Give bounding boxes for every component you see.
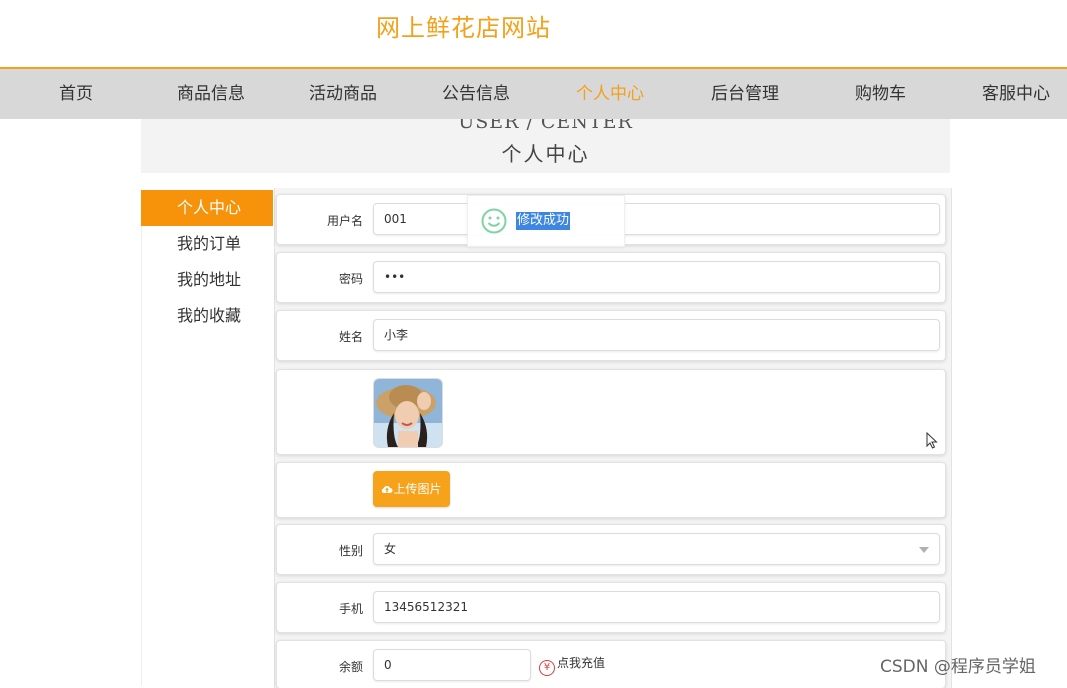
banner-title: 个人中心 (501, 142, 590, 166)
upload-button-label: 上传图片 (393, 482, 442, 496)
recharge-link-label: 点我充值 (557, 656, 606, 670)
nav-announcements[interactable]: 公告信息 (442, 69, 510, 119)
form-row-upload: 上传图片 (276, 462, 946, 518)
phone-label: 手机 (338, 602, 363, 616)
gender-selected-value: 女 (384, 542, 397, 556)
phone-input[interactable]: 13456512321 (373, 591, 940, 623)
watermark: CSDN @程序员学姐 (880, 657, 1036, 677)
balance-label: 余额 (338, 660, 363, 674)
top-nav: 首页 商品信息 活动商品 公告信息 个人中心 后台管理 购物车 客服中心 (0, 67, 1067, 119)
name-input[interactable]: 小李 (373, 319, 940, 351)
form-row-phone: 手机 13456512321 (276, 582, 946, 633)
nav-admin[interactable]: 后台管理 (711, 69, 779, 119)
avatar-image[interactable] (373, 378, 443, 448)
gender-label: 性别 (338, 544, 363, 558)
nav-promotions[interactable]: 活动商品 (309, 69, 377, 119)
banner-subtitle-en: USER / CENTER (458, 119, 633, 133)
balance-input[interactable]: 0 (373, 649, 531, 681)
nav-user-center[interactable]: 个人中心 (576, 69, 644, 119)
toast-message: 修改成功 (516, 212, 571, 230)
username-label: 用户名 (326, 214, 363, 228)
form-row-name: 姓名 小李 (276, 310, 946, 361)
mouse-cursor-icon (926, 432, 938, 449)
form-row-password: 密码 ••• (276, 252, 946, 303)
nav-home[interactable]: 首页 (59, 69, 93, 119)
password-input[interactable]: ••• (373, 261, 940, 293)
upload-image-button[interactable]: 上传图片 (373, 471, 450, 507)
recharge-link[interactable]: ¥ 点我充值 (539, 654, 605, 676)
chevron-down-icon (919, 547, 929, 553)
yuan-icon: ¥ (539, 660, 555, 676)
avatar-photo-icon (374, 379, 442, 447)
name-label: 姓名 (338, 330, 363, 344)
sidebar-menu: 个人中心 我的订单 我的地址 我的收藏 (141, 190, 273, 334)
gender-select[interactable]: 女 (373, 533, 940, 565)
username-input[interactable]: 001 (373, 203, 940, 235)
form-row-gender: 性别 女 (276, 524, 946, 575)
section-banner: USER / CENTER 个人中心 (141, 119, 950, 173)
success-toast: 修改成功 (467, 195, 625, 247)
nav-cart[interactable]: 购物车 (855, 69, 906, 119)
sidebar-item-addresses[interactable]: 我的地址 (141, 262, 273, 298)
password-label: 密码 (338, 272, 363, 286)
sidebar-item-user-center[interactable]: 个人中心 (141, 190, 273, 226)
form-row-balance: 余额 0 ¥ 点我充值 (276, 640, 946, 688)
nav-customer-service[interactable]: 客服中心 (982, 69, 1050, 119)
sidebar-item-favorites[interactable]: 我的收藏 (141, 298, 273, 334)
site-title: 网上鲜花店网站 (376, 14, 551, 42)
cloud-upload-icon (382, 486, 393, 493)
form-row-avatar (276, 369, 946, 455)
smile-icon (481, 208, 507, 234)
nav-products[interactable]: 商品信息 (177, 69, 245, 119)
sidebar-item-orders[interactable]: 我的订单 (141, 226, 273, 262)
